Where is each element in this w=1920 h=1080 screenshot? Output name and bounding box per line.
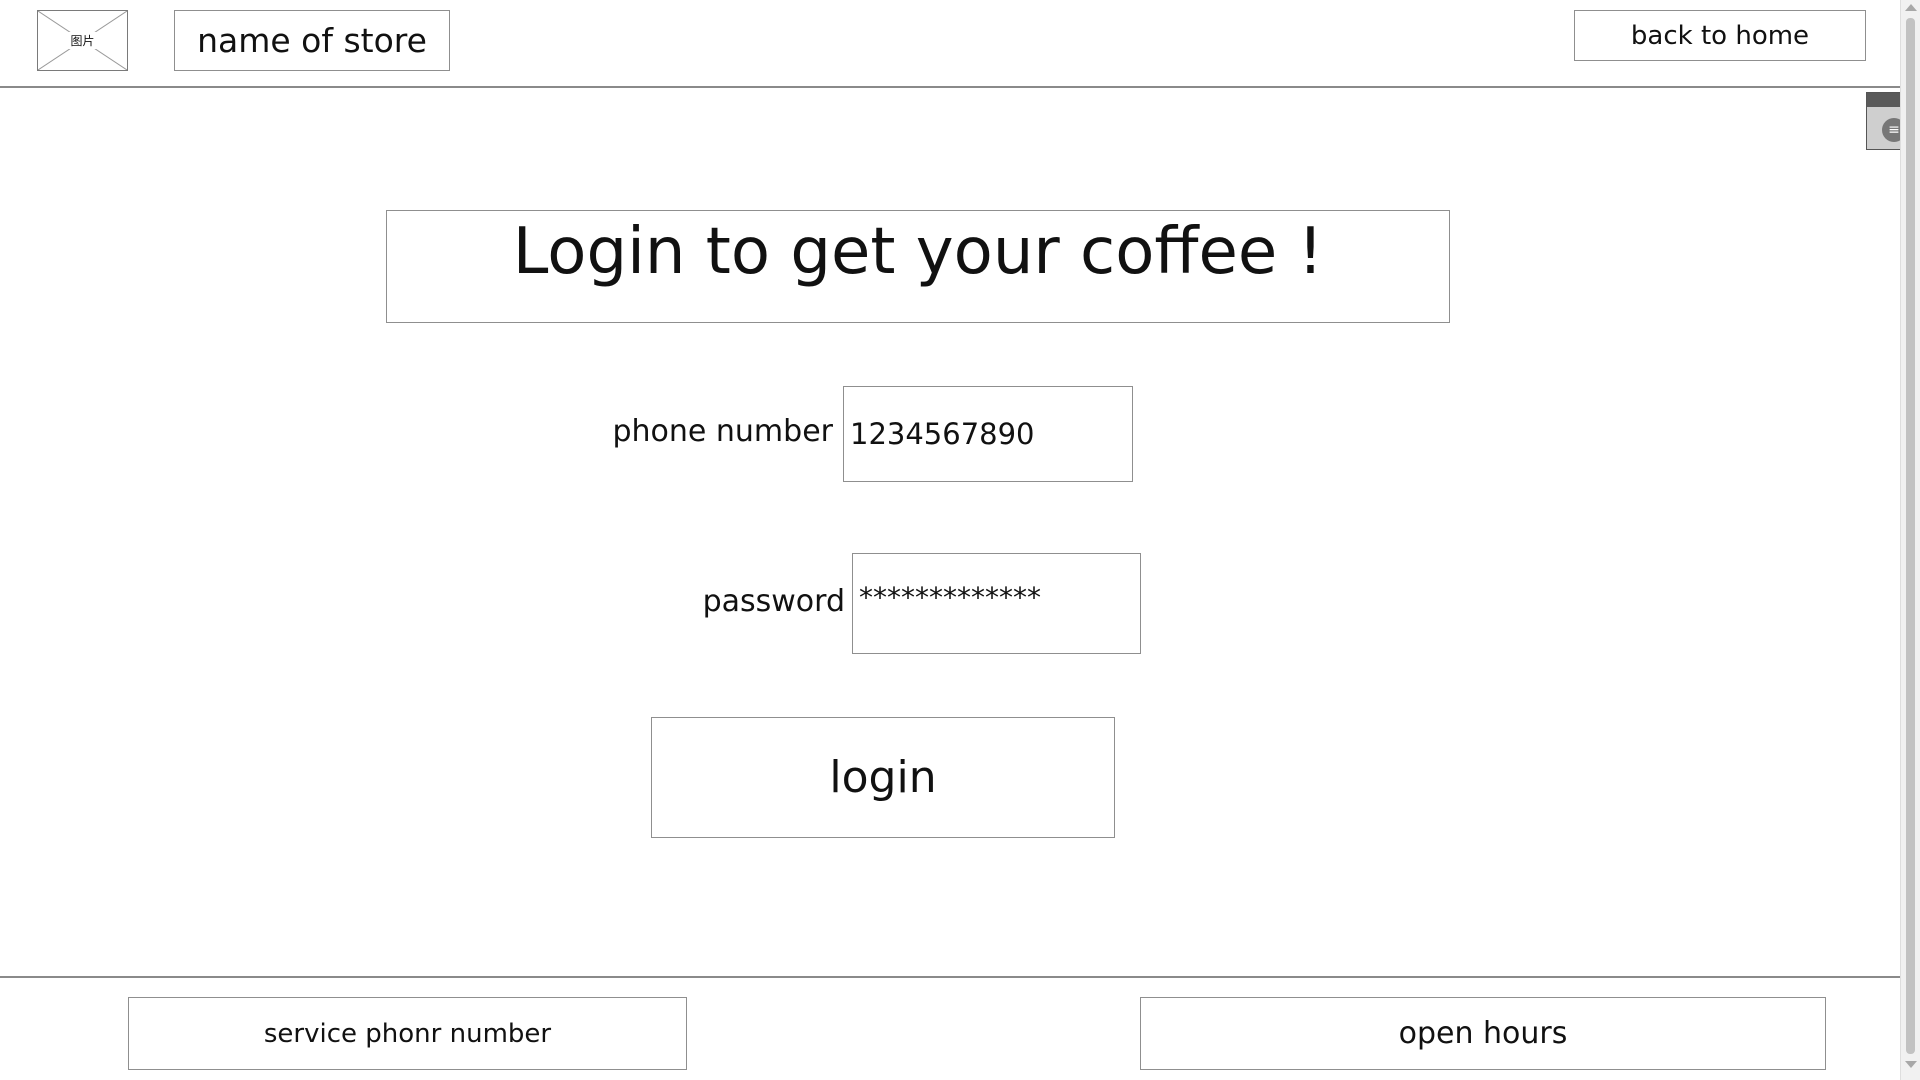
vertical-scrollbar[interactable]: [1900, 0, 1920, 1080]
scroll-down-icon[interactable]: [1905, 1061, 1917, 1068]
page-title: Login to get your coffee !: [386, 210, 1450, 323]
phone-number-label: phone number: [612, 414, 833, 449]
footer-divider: [0, 976, 1900, 978]
service-phone-number-button[interactable]: service phonr number: [128, 997, 687, 1070]
logo-label: 图片: [68, 32, 97, 49]
store-name: name of store: [174, 10, 450, 71]
scroll-up-icon[interactable]: [1905, 4, 1917, 11]
back-to-home-button[interactable]: back to home: [1574, 10, 1866, 61]
password-label: password: [702, 584, 845, 619]
open-hours-button[interactable]: open hours: [1140, 997, 1826, 1070]
header-divider: [0, 86, 1900, 88]
password-input[interactable]: [852, 553, 1141, 654]
phone-number-input[interactable]: [843, 386, 1133, 482]
store-logo-placeholder: 图片: [37, 10, 128, 71]
login-page: 图片 name of store back to home Login to g…: [0, 0, 1920, 1080]
scroll-thumb[interactable]: [1906, 18, 1915, 1054]
login-button[interactable]: login: [651, 717, 1115, 838]
